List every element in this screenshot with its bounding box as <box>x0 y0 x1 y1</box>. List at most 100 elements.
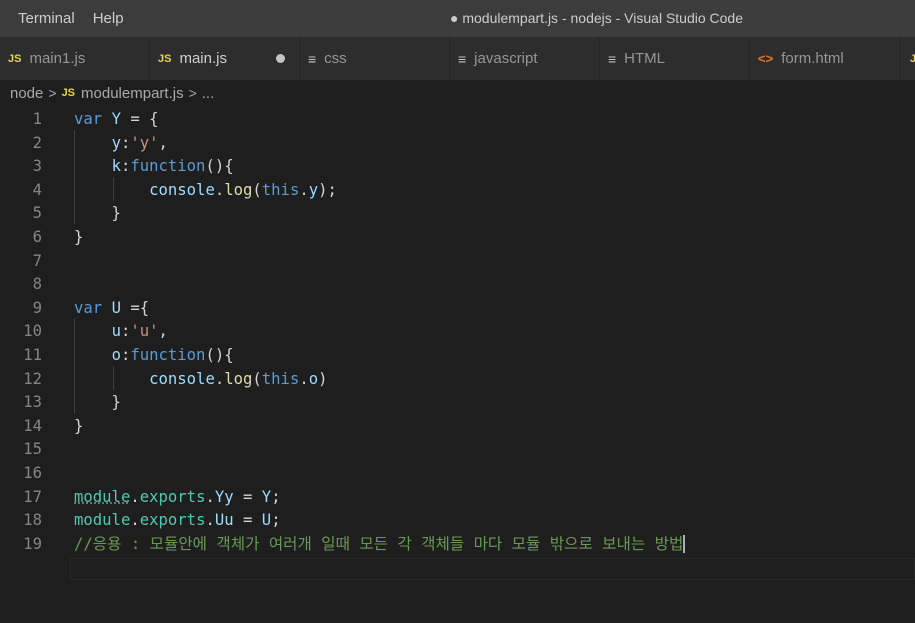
code-token: exports <box>139 511 206 530</box>
tab-label: main.js <box>179 50 227 67</box>
tab-form-html[interactable]: <> form.html <box>750 37 900 80</box>
code-token: y <box>111 133 121 152</box>
line-number: 9 <box>32 298 42 317</box>
tab-css[interactable]: ≡ css <box>300 37 450 80</box>
code-text: u:'u', <box>74 320 168 344</box>
menu-help[interactable]: Help <box>93 10 124 27</box>
tab-main-js[interactable]: JS main.js <box>150 37 300 80</box>
code-line[interactable]: 12 console.log(this.o) <box>0 368 915 392</box>
code-line[interactable]: 9 var U ={ <box>0 297 915 321</box>
code-token: Y <box>111 110 121 128</box>
line-number: 14 <box>23 416 42 435</box>
line-number: 6 <box>32 228 42 246</box>
code-line[interactable]: 14} <box>0 415 915 439</box>
code-line[interactable]: 13 } <box>0 391 915 415</box>
code-token: = <box>233 511 262 530</box>
line-number: 8 <box>32 275 42 294</box>
code-token: //응용 : 모듈안에 객체가 여러개 일때 모든 각 객체들 마다 모듈 밖으… <box>74 534 684 553</box>
code-token: 'y' <box>130 133 159 152</box>
js-file-icon: JS <box>61 87 76 99</box>
code-token: ( <box>252 180 262 199</box>
code-text: } <box>74 415 83 439</box>
code-token: o <box>111 346 121 364</box>
tab-javascript[interactable]: ≡ javascript <box>450 37 600 80</box>
unsaved-dot-icon[interactable] <box>276 54 285 63</box>
code-token: : <box>120 322 131 341</box>
code-token: (){ <box>205 346 234 364</box>
code-token: (){ <box>205 157 234 176</box>
code-line[interactable]: 5 } <box>0 202 915 226</box>
current-line-highlight <box>70 558 915 580</box>
code-line[interactable]: 11 o:function(){ <box>0 344 915 368</box>
line-number: 1 <box>32 110 42 128</box>
code-token: module <box>74 511 131 530</box>
code-token: . <box>214 369 225 388</box>
chevron-right-icon: > <box>188 85 197 101</box>
line-number: 12 <box>23 369 42 388</box>
js-file-icon: JS <box>158 52 172 65</box>
code-line[interactable]: 10 u:'u', <box>0 320 915 344</box>
code-token: function <box>130 157 206 176</box>
code-line[interactable]: 6} <box>0 226 915 250</box>
code-line[interactable]: 1 var Y = { <box>0 108 915 132</box>
line-number: 7 <box>32 251 42 270</box>
code-line[interactable]: 17 module.exports.Yy = Y; <box>0 486 915 510</box>
code-token: ); <box>318 180 337 199</box>
line-number: 13 <box>23 393 42 412</box>
breadcrumb-more[interactable]: ... <box>202 85 215 102</box>
code-token: } <box>74 204 121 223</box>
code-line[interactable]: 19 //응용 : 모듈안에 객체가 여러개 일때 모든 각 객체들 마다 모듈 … <box>0 533 915 557</box>
breadcrumb-file[interactable]: modulempart.js <box>81 85 184 102</box>
tab-label: javascript <box>474 50 538 67</box>
code-editor[interactable]: 1 var Y = {2 y:'y', 3 k:function(){4 conso… <box>0 106 915 623</box>
code-text: k:function(){ <box>74 155 234 179</box>
text-file-icon: ≡ <box>308 50 317 67</box>
tab-label: css <box>324 50 347 67</box>
code-line[interactable]: 4 console.log(this.y); <box>0 179 915 203</box>
code-token: , <box>158 133 168 152</box>
code-text: console.log(this.o) <box>74 368 328 392</box>
code-line[interactable]: 2 y:'y', <box>0 132 915 156</box>
code-token: exports <box>139 487 206 506</box>
code-token: k <box>111 157 121 176</box>
code-line[interactable]: 18 module.exports.Uu = U; <box>0 509 915 533</box>
code-line[interactable]: 8 <box>0 273 915 297</box>
tab-html[interactable]: ≡ HTML <box>600 37 750 80</box>
code-line[interactable]: 7 <box>0 250 915 274</box>
line-number: 2 <box>32 133 42 152</box>
code-token: : <box>120 157 131 176</box>
title-bar: Terminal Help ● modulempart.js - nodejs … <box>0 0 915 37</box>
code-token: . <box>299 180 309 199</box>
line-number: 18 <box>23 511 42 530</box>
code-token: : <box>120 133 131 152</box>
code-token: = { <box>120 110 159 128</box>
code-token: this <box>261 180 300 199</box>
code-token: . <box>299 369 309 388</box>
code-line[interactable]: 16 <box>0 462 915 486</box>
code-text: y:'y', <box>74 132 168 156</box>
code-text: } <box>74 202 121 226</box>
code-line[interactable]: 3 k:function(){ <box>0 155 915 179</box>
code-line[interactable]: 15 <box>0 438 915 462</box>
line-number: 11 <box>23 346 42 364</box>
tab-overflow[interactable]: JS <box>900 37 915 80</box>
code-token: } <box>74 393 121 412</box>
breadcrumb-folder[interactable]: node <box>10 85 43 102</box>
js-file-icon: JS <box>910 52 915 65</box>
tab-main1-js[interactable]: JS main1.js <box>0 37 150 80</box>
code-token: o <box>308 369 319 388</box>
breadcrumb: node > JS modulempart.js > ... <box>0 80 915 106</box>
code-text: } <box>74 226 83 250</box>
text-file-icon: ≡ <box>458 50 467 67</box>
code-text: var U ={ <box>74 297 149 321</box>
menu-terminal[interactable]: Terminal <box>18 10 75 27</box>
code-token: ) <box>318 369 328 388</box>
tab-label: main1.js <box>29 50 86 67</box>
code-token: var <box>74 298 103 317</box>
